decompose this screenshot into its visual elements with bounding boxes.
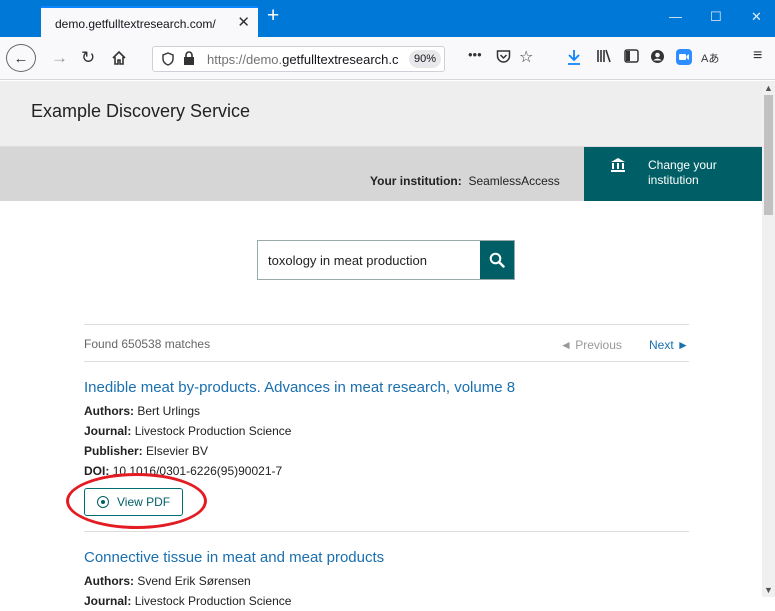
- zoom-level[interactable]: 90%: [409, 50, 441, 68]
- results-list: Found 650538 matches ◄ Previous Next ► I…: [84, 324, 689, 611]
- change-institution-button[interactable]: Change your institution: [584, 147, 762, 201]
- result-journal: Journal: Livestock Production Science: [84, 594, 292, 608]
- page-actions-icon[interactable]: •••: [468, 47, 482, 62]
- zoom-extension-icon[interactable]: [676, 49, 692, 69]
- search-icon: [489, 252, 505, 268]
- highlight-circle: [66, 473, 207, 529]
- scroll-up-icon[interactable]: ▲: [764, 83, 773, 93]
- next-page-link[interactable]: Next ►: [649, 338, 689, 352]
- back-arrow-icon[interactable]: ←: [6, 44, 36, 72]
- window-close-icon[interactable]: ✕: [751, 9, 762, 25]
- minimize-icon[interactable]: —: [669, 9, 682, 24]
- library-icon[interactable]: [596, 49, 612, 67]
- institution-value: SeamlessAccess: [468, 174, 560, 188]
- browser-titlebar: demo.getfulltextresearch.com/ ✕ + — ☐ ✕: [0, 0, 775, 37]
- pocket-icon[interactable]: [496, 49, 511, 68]
- result-authors: Authors: Bert Urlings: [84, 404, 201, 418]
- sidebar-icon[interactable]: [624, 49, 639, 67]
- forward-arrow-icon[interactable]: →: [51, 44, 68, 72]
- new-tab-button[interactable]: +: [267, 4, 279, 28]
- result-authors: Authors: Svend Erik Sørensen: [84, 574, 251, 588]
- reload-icon[interactable]: ↻: [81, 44, 95, 72]
- result-publisher: Publisher: Elsevier BV: [84, 444, 209, 458]
- account-icon[interactable]: [650, 49, 665, 68]
- change-institution-label: Change your institution: [648, 158, 717, 187]
- shield-icon[interactable]: [162, 52, 174, 71]
- scroll-thumb[interactable]: [764, 95, 773, 215]
- url-text: https://demo.getfulltextresearch.c: [207, 52, 399, 67]
- result-journal: Journal: Livestock Production Science: [84, 424, 292, 438]
- result-item: Connective tissue in meat and meat produ…: [84, 532, 689, 611]
- menu-icon[interactable]: ≡: [753, 47, 762, 65]
- search-button[interactable]: [480, 241, 514, 279]
- previous-page-link[interactable]: ◄ Previous: [560, 338, 622, 352]
- institution-bar: Your institution: SeamlessAccess Change …: [0, 147, 762, 201]
- institution-label: Your institution: SeamlessAccess: [370, 174, 560, 188]
- bookmark-star-icon[interactable]: ☆: [519, 47, 533, 67]
- scroll-down-icon[interactable]: ▼: [764, 585, 773, 595]
- search-input[interactable]: [258, 241, 480, 279]
- tab-title: demo.getfulltextresearch.com/: [55, 17, 216, 31]
- translate-icon[interactable]: Aあ: [701, 50, 719, 66]
- address-bar[interactable]: https://demo.getfulltextresearch.c 90%: [152, 46, 445, 72]
- bank-icon: [610, 157, 626, 177]
- tab-close-icon[interactable]: ✕: [237, 13, 250, 31]
- page-content: Example Discovery Service Your instituti…: [0, 81, 762, 608]
- download-icon[interactable]: [567, 49, 581, 69]
- lock-icon[interactable]: [183, 51, 195, 71]
- results-count: Found 650538 matches: [84, 337, 211, 351]
- home-icon[interactable]: [111, 44, 127, 72]
- result-title-link[interactable]: Connective tissue in meat and meat produ…: [84, 549, 689, 566]
- result-title-link[interactable]: Inedible meat by-products. Advances in m…: [84, 379, 689, 396]
- browser-tab[interactable]: demo.getfulltextresearch.com/ ✕: [41, 6, 258, 37]
- site-header: Example Discovery Service: [0, 81, 762, 147]
- maximize-icon[interactable]: ☐: [710, 9, 722, 25]
- page-scrollbar[interactable]: ▲ ▼: [762, 81, 775, 597]
- search-form: [257, 240, 515, 280]
- site-title: Example Discovery Service: [31, 101, 251, 121]
- browser-toolbar: ← → ↻ https://demo.getfulltextresearch.c…: [0, 37, 775, 80]
- results-header: Found 650538 matches ◄ Previous Next ►: [84, 324, 689, 362]
